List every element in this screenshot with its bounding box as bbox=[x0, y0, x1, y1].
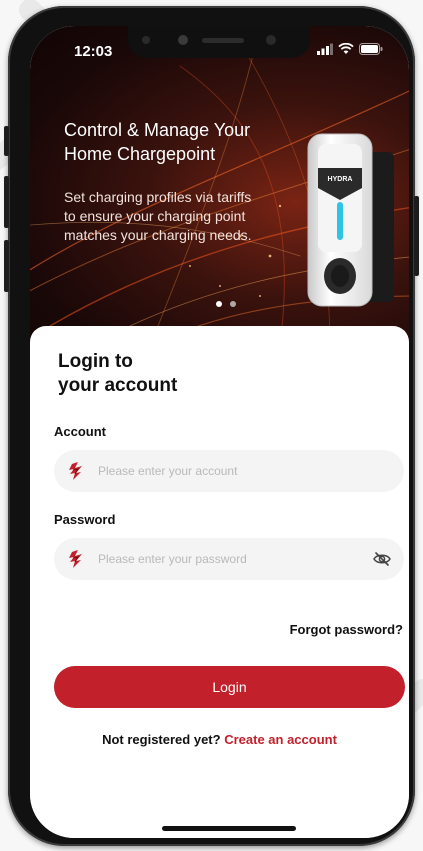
brand-logo-icon bbox=[69, 550, 82, 568]
hero-description: Set charging profiles via tariffs to ens… bbox=[64, 189, 252, 243]
wifi-icon bbox=[338, 43, 354, 54]
signal-icon bbox=[317, 43, 333, 55]
password-input[interactable] bbox=[96, 551, 350, 567]
carousel-dot-1[interactable] bbox=[216, 301, 222, 307]
battery-icon bbox=[359, 43, 383, 55]
status-time: 12:03 bbox=[74, 43, 113, 60]
register-prompt: Not registered yet? Create an account bbox=[30, 732, 409, 747]
register-prompt-text: Not registered yet? bbox=[102, 732, 221, 747]
account-label: Account bbox=[54, 424, 106, 439]
login-card: Login to your account Account Password bbox=[30, 326, 409, 838]
carousel-dot-2[interactable] bbox=[230, 301, 236, 307]
camera-notch bbox=[128, 26, 310, 58]
account-input[interactable] bbox=[96, 463, 350, 479]
status-icons bbox=[317, 43, 383, 55]
brand-logo-icon bbox=[69, 462, 82, 480]
password-field[interactable] bbox=[54, 538, 404, 580]
forgot-password-link[interactable]: Forgot password? bbox=[290, 622, 403, 637]
eye-off-icon[interactable] bbox=[372, 549, 392, 569]
login-title: Login to your account bbox=[58, 350, 258, 398]
status-bar: 12:03 bbox=[30, 26, 409, 70]
phone-volume-down-button bbox=[4, 240, 9, 292]
create-account-link[interactable]: Create an account bbox=[224, 732, 337, 747]
password-label: Password bbox=[54, 512, 116, 527]
charger-brand-label: HYDRA bbox=[328, 176, 353, 183]
carousel-indicator[interactable] bbox=[216, 301, 236, 307]
login-title-line-2: your account bbox=[58, 375, 178, 396]
home-indicator[interactable] bbox=[162, 826, 296, 831]
phone-frame: 12:03 Control & Manage Your Home Chargep… bbox=[4, 6, 419, 846]
notch-camera bbox=[178, 35, 188, 45]
phone-power-button bbox=[414, 196, 419, 276]
notch-front-camera bbox=[266, 35, 276, 45]
notch-sensor bbox=[142, 36, 150, 44]
phone-volume-up-button bbox=[4, 176, 9, 228]
notch-speaker bbox=[202, 38, 244, 43]
phone-side-button bbox=[4, 126, 9, 156]
app-screenshot: 12:03 Control & Manage Your Home Chargep… bbox=[0, 0, 423, 851]
account-field[interactable] bbox=[54, 450, 404, 492]
login-button[interactable]: Login bbox=[54, 666, 405, 708]
login-title-line-1: Login to bbox=[58, 351, 133, 372]
wallbox-charger-image: HYDRA bbox=[307, 133, 394, 307]
phone-screen: 12:03 Control & Manage Your Home Chargep… bbox=[30, 26, 409, 838]
hero-title: Control & Manage Your Home Chargepoint bbox=[64, 120, 251, 164]
hero-banner[interactable]: 12:03 Control & Manage Your Home Chargep… bbox=[30, 26, 409, 346]
